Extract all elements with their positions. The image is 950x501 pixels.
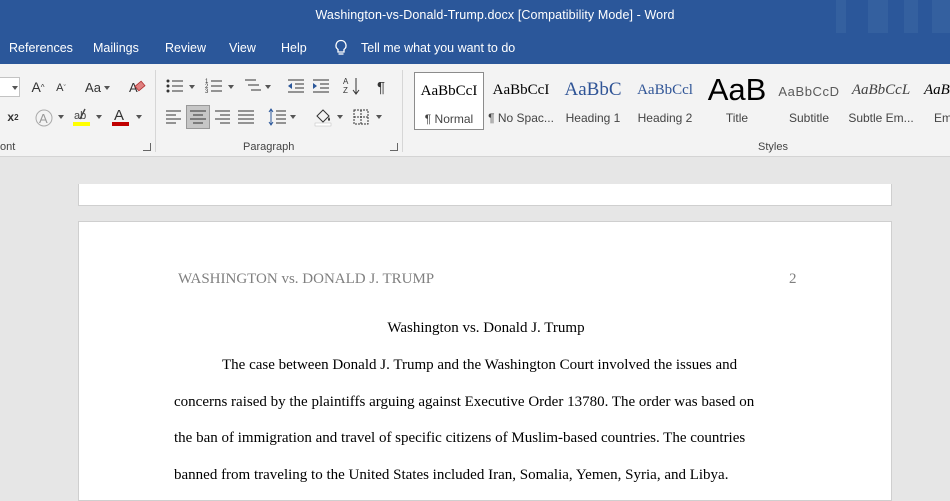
style-name: ¶ No Spac... bbox=[488, 111, 554, 125]
sort-icon[interactable]: A Z bbox=[343, 76, 361, 96]
ribbon: A ^ Aˇ Aa A x2 A ab A ont 1 2 3 A Z ¶ Pa… bbox=[0, 64, 950, 157]
style-sample: AaBbCcl bbox=[637, 82, 693, 98]
chevron-down-icon bbox=[265, 85, 271, 89]
increase-indent-icon[interactable] bbox=[312, 78, 330, 94]
style-sample: AaBbCcL bbox=[851, 82, 911, 98]
previous-page-bottom bbox=[78, 184, 892, 206]
borders-icon[interactable] bbox=[353, 109, 369, 125]
style-name: Subtle Em... bbox=[848, 111, 914, 125]
bullets-icon[interactable] bbox=[166, 78, 184, 94]
svg-text:A: A bbox=[39, 111, 48, 126]
multilevel-list-icon[interactable] bbox=[244, 77, 262, 94]
show-formatting-marks-button[interactable]: ¶ bbox=[372, 76, 390, 98]
shrink-font-button[interactable]: Aˇ bbox=[52, 77, 70, 99]
style-sample: AaB bbox=[707, 72, 767, 107]
style-name: Title bbox=[725, 111, 749, 125]
grow-font-button[interactable]: A ^ bbox=[28, 76, 48, 98]
document-heading: Washington vs. Donald J. Trump bbox=[387, 320, 585, 336]
style-title[interactable]: AaB Title bbox=[702, 72, 772, 130]
style-subtitle[interactable]: AaBbCcD Subtitle bbox=[774, 72, 844, 130]
style-sample: AaB bbox=[924, 82, 950, 98]
document-page[interactable]: WASHINGTON vs. DONALD J. TRUMP 2 Washing… bbox=[78, 221, 892, 501]
font-size-dropdown[interactable] bbox=[0, 77, 20, 97]
ribbon-tab-bar: References Mailings Review View Help Tel… bbox=[0, 33, 950, 64]
style-heading-2[interactable]: AaBbCcl Heading 2 bbox=[630, 72, 700, 130]
decrease-indent-icon[interactable] bbox=[287, 78, 305, 94]
page-number: 2 bbox=[789, 271, 797, 287]
tab-mailings[interactable]: Mailings bbox=[93, 41, 139, 55]
style-emphasis[interactable]: AaB Emp bbox=[918, 72, 950, 130]
style-name: Subtitle bbox=[788, 111, 830, 125]
style-sample: AaBbCcI bbox=[492, 82, 550, 98]
svg-text:ab: ab bbox=[74, 110, 86, 122]
style-normal[interactable]: AaBbCcI ¶ Normal bbox=[414, 72, 484, 130]
tell-me-search[interactable]: Tell me what you want to do bbox=[361, 41, 515, 55]
paragraph-line: banned from traveling to the United Stat… bbox=[174, 467, 729, 483]
chevron-down-icon bbox=[104, 86, 110, 90]
clear-formatting-icon[interactable]: A bbox=[128, 78, 146, 96]
chevron-down-icon bbox=[337, 115, 343, 119]
paragraph-dialog-launcher[interactable] bbox=[390, 143, 398, 151]
running-header: WASHINGTON vs. DONALD J. TRUMP bbox=[178, 271, 435, 287]
style-sample: AaBbCcI bbox=[420, 83, 478, 99]
numbering-icon[interactable]: 1 2 3 bbox=[205, 77, 223, 94]
text-effects-icon[interactable]: A bbox=[34, 108, 54, 128]
tab-references[interactable]: References bbox=[9, 41, 73, 55]
group-separator bbox=[155, 70, 156, 152]
chevron-down-icon bbox=[136, 115, 142, 119]
chevron-down-icon bbox=[290, 115, 296, 119]
svg-text:Z: Z bbox=[343, 86, 348, 95]
style-name: Heading 2 bbox=[637, 111, 693, 125]
align-left-icon[interactable] bbox=[166, 110, 182, 124]
chevron-down-icon bbox=[58, 115, 64, 119]
style-no-spacing[interactable]: AaBbCcI ¶ No Spac... bbox=[486, 72, 556, 130]
style-name: Heading 1 bbox=[565, 111, 621, 125]
style-sample: AaBbC bbox=[564, 79, 622, 100]
style-subtle-emphasis[interactable]: AaBbCcL Subtle Em... bbox=[846, 72, 916, 130]
style-sample: AaBbCcD bbox=[778, 84, 840, 99]
align-center-icon bbox=[190, 110, 206, 124]
line-spacing-icon[interactable] bbox=[268, 108, 286, 126]
window-title: Washington-vs-Donald-Trump.docx [Compati… bbox=[315, 8, 675, 22]
chevron-down-icon bbox=[96, 115, 102, 119]
align-right-icon[interactable] bbox=[214, 110, 230, 124]
paragraph-line: concerns raised by the plaintiffs arguin… bbox=[174, 394, 755, 410]
tab-help[interactable]: Help bbox=[281, 41, 307, 55]
change-case-button[interactable]: Aa bbox=[80, 76, 106, 98]
chevron-down-icon bbox=[189, 85, 195, 89]
style-heading-1[interactable]: AaBbC Heading 1 bbox=[558, 72, 628, 130]
font-color-icon[interactable]: A bbox=[111, 106, 131, 128]
tab-review[interactable]: Review bbox=[165, 41, 206, 55]
styles-gallery: AaBbCcI ¶ Normal AaBbCcI ¶ No Spac... Aa… bbox=[412, 70, 950, 134]
svg-text:3: 3 bbox=[205, 89, 209, 94]
title-bar: Washington-vs-Donald-Trump.docx [Compati… bbox=[0, 0, 950, 33]
paragraph-line: the ban of immigration and travel of spe… bbox=[174, 430, 746, 446]
group-separator bbox=[402, 70, 403, 152]
tab-view[interactable]: View bbox=[229, 41, 256, 55]
chevron-down-icon bbox=[228, 85, 234, 89]
style-name: Emp bbox=[934, 111, 950, 125]
paragraph-line: The case between Donald J. Trump and the… bbox=[222, 357, 738, 373]
lightbulb-icon[interactable] bbox=[333, 39, 349, 57]
font-dialog-launcher[interactable] bbox=[143, 143, 151, 151]
paragraph-group-label: Paragraph bbox=[243, 141, 295, 153]
superscript-button[interactable]: x2 bbox=[4, 106, 22, 128]
align-center-button[interactable] bbox=[186, 105, 210, 129]
svg-text:A: A bbox=[343, 77, 349, 86]
shading-icon[interactable] bbox=[314, 107, 332, 127]
highlight-color-icon[interactable]: ab bbox=[72, 106, 92, 128]
justify-icon[interactable] bbox=[238, 110, 254, 124]
font-group-label: ont bbox=[0, 141, 16, 153]
style-name: ¶ Normal bbox=[424, 112, 474, 126]
svg-text:A: A bbox=[114, 107, 124, 124]
chevron-down-icon bbox=[376, 115, 382, 119]
styles-group-label: Styles bbox=[758, 141, 788, 153]
